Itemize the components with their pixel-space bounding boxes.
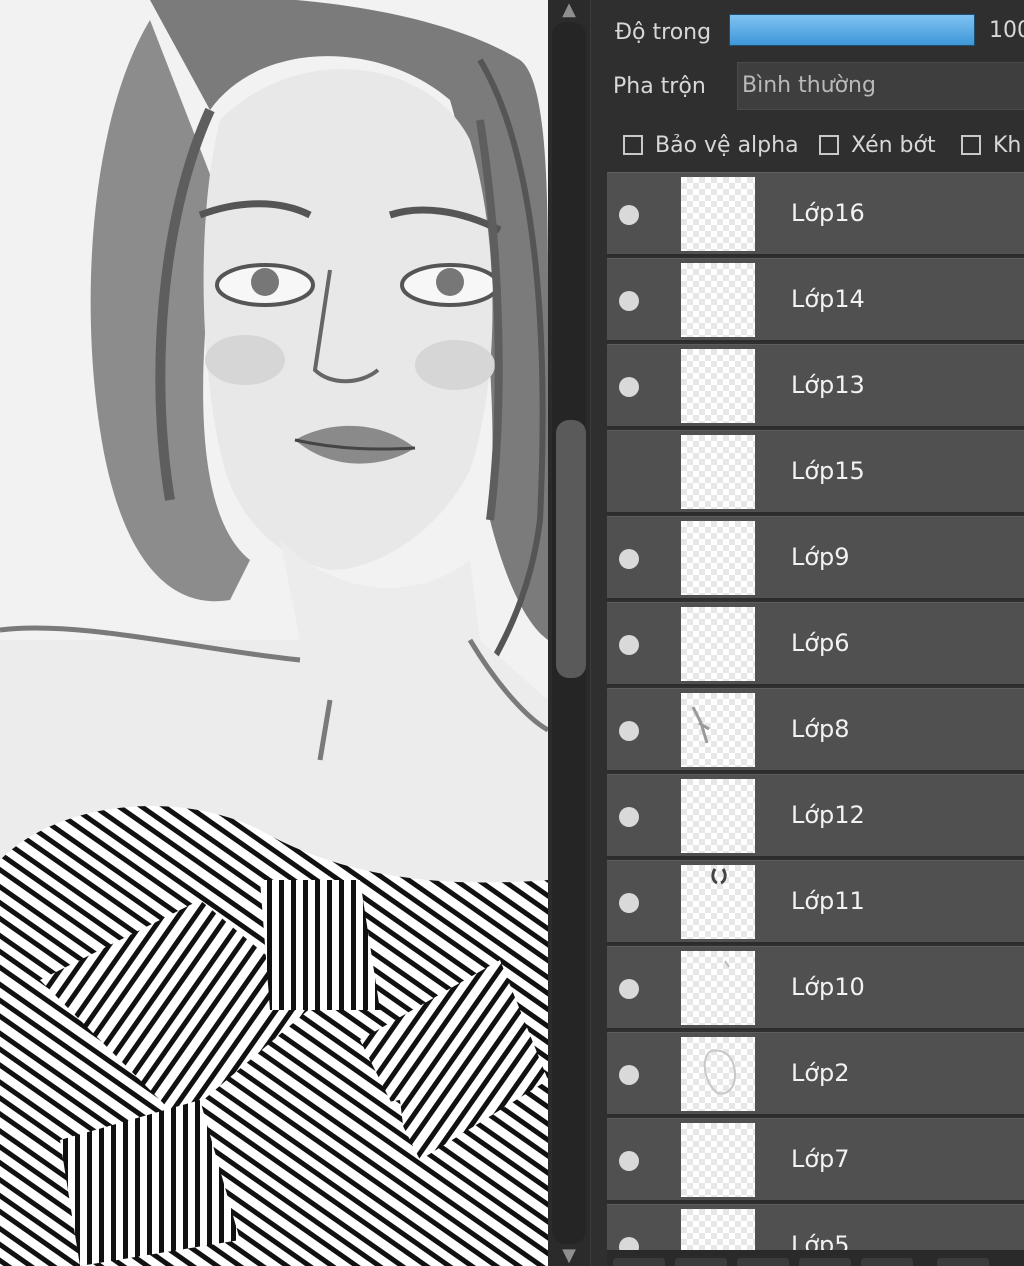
canvas-vertical-scrollbar[interactable]: ▲ ▼	[548, 0, 590, 1266]
layer-name: Lớp13	[791, 371, 865, 399]
layer-row[interactable]: Lớp8	[607, 688, 1024, 772]
arrow-down-icon[interactable]: ▼	[557, 1246, 581, 1266]
protect-alpha-label: Bảo vệ alpha	[655, 132, 799, 158]
layer-name: Lớp6	[791, 629, 850, 657]
toolbar-button[interactable]	[861, 1258, 913, 1266]
clipping-label: Xén bớt	[851, 132, 936, 158]
toolbar-button[interactable]	[799, 1258, 851, 1266]
arrow-up-icon[interactable]: ▲	[557, 0, 581, 20]
layer-thumbnail	[681, 951, 755, 1025]
layer-thumbnail	[681, 263, 755, 337]
layer-thumbnail	[681, 779, 755, 853]
layer-name: Lớp10	[791, 973, 865, 1001]
eye-dot-icon[interactable]	[619, 807, 639, 827]
layer-name: Lớp5	[791, 1231, 850, 1250]
layer-panel-toolbar	[607, 1250, 1024, 1266]
layer-thumbnail	[681, 607, 755, 681]
layer-name: Lớp12	[791, 801, 865, 829]
eye-dot-icon[interactable]	[619, 1237, 639, 1250]
eye-dot-icon[interactable]	[619, 893, 639, 913]
layer-thumbnail	[681, 1123, 755, 1197]
layer-row[interactable]: Lớp2	[607, 1032, 1024, 1116]
layer-name: Lớp16	[791, 199, 865, 227]
layer-row[interactable]: Lớp16	[607, 172, 1024, 256]
layer-row[interactable]: Lớp11	[607, 860, 1024, 944]
layer-thumbnail	[681, 349, 755, 423]
blend-mode-select[interactable]: Bình thường	[737, 62, 1024, 110]
layer-thumbnail	[681, 521, 755, 595]
toolbar-button[interactable]	[937, 1258, 989, 1266]
layer-row[interactable]: Lớp15	[607, 430, 1024, 514]
layer-thumbnail	[681, 435, 755, 509]
layer-thumbnail	[681, 1209, 755, 1250]
thumbnail-sketch	[711, 868, 727, 885]
layer-name: Lớp15	[791, 457, 865, 485]
layer-row[interactable]: Lớp6	[607, 602, 1024, 686]
thumbnail-sketch	[691, 706, 710, 744]
drawing-canvas[interactable]	[0, 0, 548, 1266]
blend-mode-label: Pha trộn	[613, 74, 706, 99]
layer-name: Lớp8	[791, 715, 850, 743]
layer-thumbnail	[681, 865, 755, 939]
layer-thumbnail	[681, 177, 755, 251]
layer-row[interactable]: Lớp9	[607, 516, 1024, 600]
thumbnail-sketch	[703, 1049, 736, 1095]
thumbnail-sketch	[724, 960, 730, 968]
opacity-label: Độ trong	[615, 20, 712, 45]
eye-dot-icon[interactable]	[619, 721, 639, 741]
layer-name: Lớp9	[791, 543, 850, 571]
eye-dot-icon[interactable]	[619, 205, 639, 225]
checkbox-icon	[819, 135, 839, 155]
layer-name: Lớp14	[791, 285, 865, 313]
layer-row[interactable]: Lớp10	[607, 946, 1024, 1030]
opacity-slider[interactable]	[729, 14, 975, 46]
toolbar-button[interactable]	[737, 1258, 789, 1266]
eye-dot-icon[interactable]	[619, 377, 639, 397]
layer-name: Lớp7	[791, 1145, 850, 1173]
layer-name: Lớp2	[791, 1059, 850, 1087]
layer-name: Lớp11	[791, 887, 865, 915]
eye-dot-icon[interactable]	[619, 979, 639, 999]
layer-options: Bảo vệ alpha Xén bớt Kh	[591, 122, 1024, 162]
artwork-sketch	[0, 0, 548, 1266]
protect-alpha-checkbox[interactable]: Bảo vệ alpha	[623, 130, 799, 160]
layer-row[interactable]: Lớp14	[607, 258, 1024, 342]
scroll-track[interactable]	[552, 22, 586, 1244]
lock-label: Kh	[993, 132, 1022, 158]
layer-row[interactable]: Lớp5	[607, 1204, 1024, 1250]
toolbar-button[interactable]	[675, 1258, 727, 1266]
eye-dot-icon[interactable]	[619, 635, 639, 655]
eye-dot-icon[interactable]	[619, 1151, 639, 1171]
blend-mode-value: Bình thường	[742, 73, 876, 98]
toolbar-button[interactable]	[613, 1258, 665, 1266]
checkbox-icon	[961, 135, 981, 155]
layer-thumbnail	[681, 1037, 755, 1111]
lock-checkbox[interactable]: Kh	[961, 130, 1021, 160]
layer-thumbnail	[681, 693, 755, 767]
scroll-thumb[interactable]	[556, 420, 586, 678]
layer-row[interactable]: Lớp13	[607, 344, 1024, 428]
eye-dot-icon[interactable]	[619, 291, 639, 311]
checkbox-icon	[623, 135, 643, 155]
layer-list: Lớp16 Lớp14 Lớp13 Lớp15 Lớp9 Lớp6 Lớp8 L…	[607, 172, 1024, 1250]
eye-dot-icon[interactable]	[619, 1065, 639, 1085]
layer-row[interactable]: Lớp7	[607, 1118, 1024, 1202]
clipping-checkbox[interactable]: Xén bớt	[819, 130, 936, 160]
opacity-value: 100	[989, 18, 1024, 43]
eye-dot-icon[interactable]	[619, 549, 639, 569]
layer-panel: Độ trong 100 Pha trộn Bình thường Bảo vệ…	[590, 0, 1024, 1266]
layer-row[interactable]: Lớp12	[607, 774, 1024, 858]
